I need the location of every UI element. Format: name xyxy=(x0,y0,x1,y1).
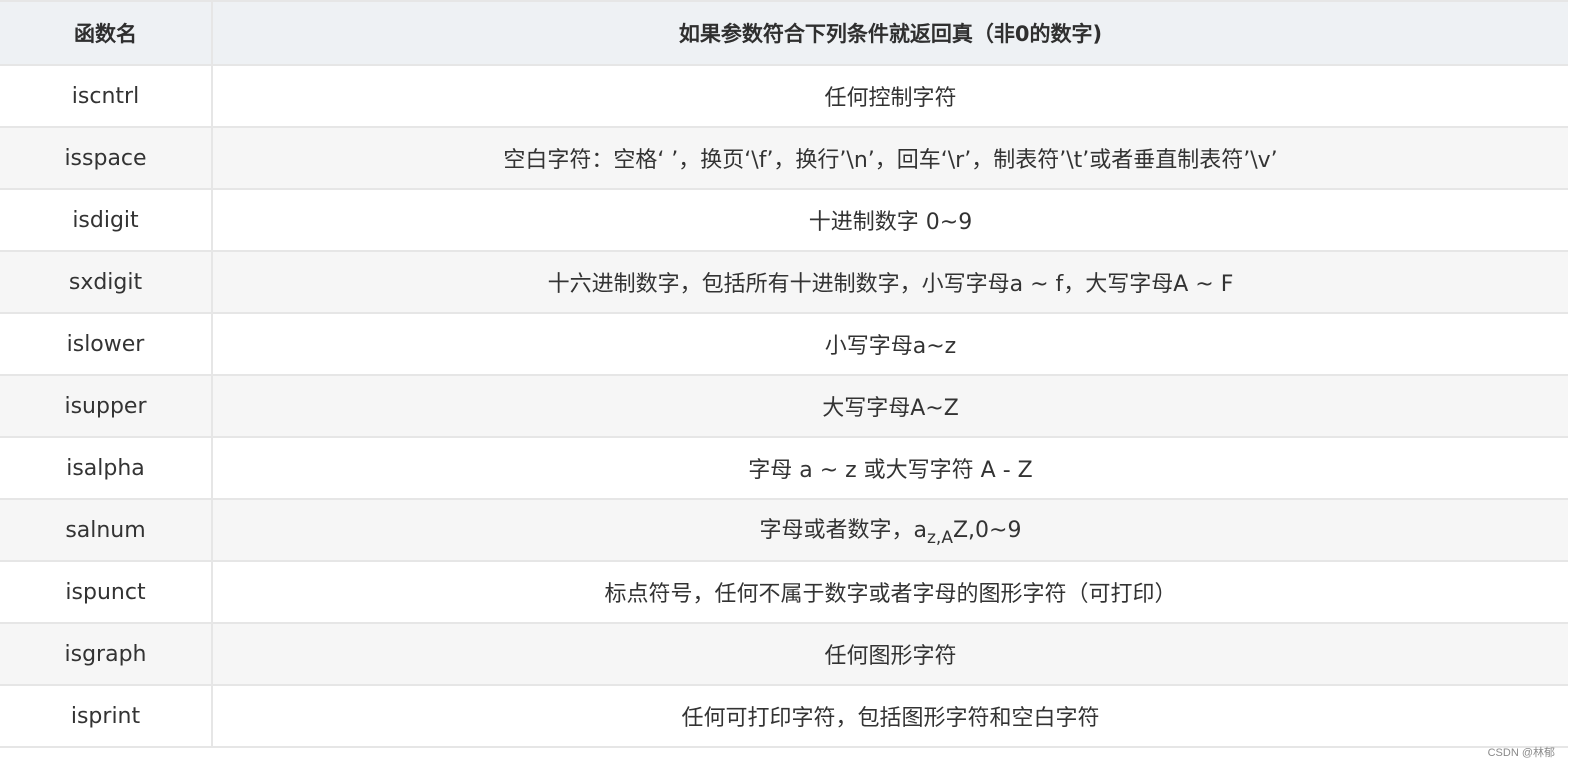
function-name-cell: isdigit xyxy=(0,188,213,252)
table-row: islower 小写字母a~z xyxy=(0,312,1568,376)
condition-subscript: z,A xyxy=(927,528,953,548)
function-name-cell: salnum xyxy=(0,498,213,562)
function-name-cell: isalpha xyxy=(0,436,213,500)
condition-cell: 小写字母a~z xyxy=(212,312,1568,376)
table-row: ispunct 标点符号，任何不属于数字或者字母的图形字符（可打印） xyxy=(0,560,1568,624)
header-condition: 如果参数符合下列条件就返回真（非0的数字) xyxy=(212,0,1568,66)
header-function-name: 函数名 xyxy=(0,0,213,66)
table-row: isprint 任何可打印字符，包括图形字符和空白字符 xyxy=(0,684,1568,748)
condition-text: Z,0~9 xyxy=(952,518,1022,543)
condition-cell: 大写字母A~Z xyxy=(212,374,1568,438)
condition-cell: 十六进制数字，包括所有十进制数字，小写字母a ~ f，大写字母A ~ F xyxy=(212,250,1568,314)
function-name-cell: isgraph xyxy=(0,622,213,686)
function-name-cell: islower xyxy=(0,312,213,376)
ctype-functions-table: 函数名 如果参数符合下列条件就返回真（非0的数字) iscntrl 任何控制字符… xyxy=(0,0,1568,748)
table-row: isupper 大写字母A~Z xyxy=(0,374,1568,438)
function-name-cell: isupper xyxy=(0,374,213,438)
table-row: isgraph 任何图形字符 xyxy=(0,622,1568,686)
condition-text: 字母或者数字，a xyxy=(759,518,927,543)
csdn-watermark: CSDN @林郁 xyxy=(1487,747,1555,759)
condition-cell: 任何控制字符 xyxy=(212,64,1568,128)
condition-cell: 空白字符：空格‘ ’，换页‘\f’，换行’\n’，回车‘\r’，制表符’\t’或… xyxy=(212,126,1568,190)
table-row: iscntrl 任何控制字符 xyxy=(0,64,1568,128)
page: 函数名 如果参数符合下列条件就返回真（非0的数字) iscntrl 任何控制字符… xyxy=(0,0,1583,774)
condition-cell: 字母或者数字，az,AZ,0~9 xyxy=(212,498,1568,562)
function-name-cell: ispunct xyxy=(0,560,213,624)
function-name-cell: isspace xyxy=(0,126,213,190)
table-row: sxdigit 十六进制数字，包括所有十进制数字，小写字母a ~ f，大写字母A… xyxy=(0,250,1568,314)
table-row: isdigit 十进制数字 0~9 xyxy=(0,188,1568,252)
function-name-cell: sxdigit xyxy=(0,250,213,314)
condition-cell: 字母 a ~ z 或大写字符 A - Z xyxy=(212,436,1568,500)
table-header: 函数名 如果参数符合下列条件就返回真（非0的数字) xyxy=(0,0,1568,66)
table-body: iscntrl 任何控制字符 isspace 空白字符：空格‘ ’，换页‘\f’… xyxy=(0,64,1568,748)
table-row: isspace 空白字符：空格‘ ’，换页‘\f’，换行’\n’，回车‘\r’，… xyxy=(0,126,1568,190)
table-row: salnum 字母或者数字，az,AZ,0~9 xyxy=(0,498,1568,562)
header-row: 函数名 如果参数符合下列条件就返回真（非0的数字) xyxy=(0,0,1568,66)
table-row: isalpha 字母 a ~ z 或大写字符 A - Z xyxy=(0,436,1568,500)
condition-cell: 标点符号，任何不属于数字或者字母的图形字符（可打印） xyxy=(212,560,1568,624)
condition-cell: 十进制数字 0~9 xyxy=(212,188,1568,252)
function-name-cell: isprint xyxy=(0,684,213,748)
condition-cell: 任何图形字符 xyxy=(212,622,1568,686)
function-name-cell: iscntrl xyxy=(0,64,213,128)
condition-cell: 任何可打印字符，包括图形字符和空白字符 xyxy=(212,684,1568,748)
